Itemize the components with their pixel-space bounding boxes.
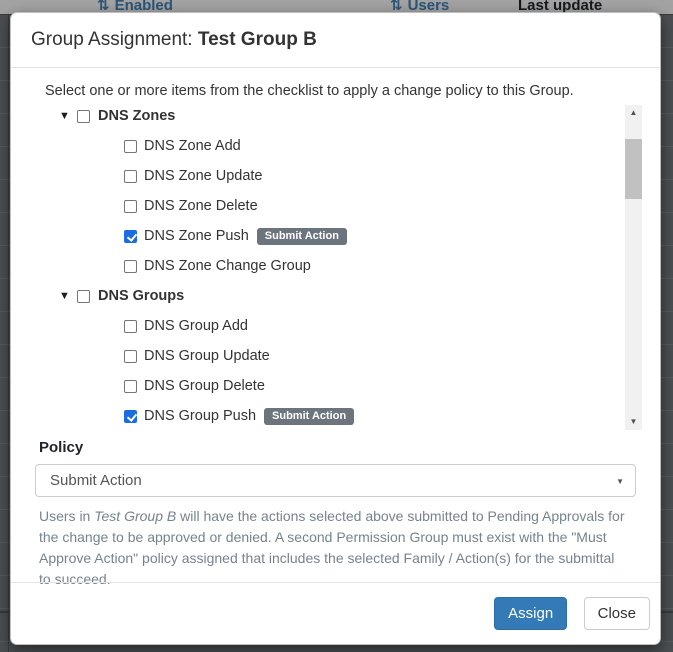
scrollbar-thumb[interactable] xyxy=(625,139,642,199)
modal-body: Select one or more items from the checkl… xyxy=(11,68,660,590)
checklist-family: ▼ DNS Groups DNS Group Add DNS Group Update… xyxy=(59,289,616,423)
checklist-item-row: DNS Group Update xyxy=(59,349,616,363)
family-label[interactable]: DNS Groups xyxy=(98,289,184,303)
item-label[interactable]: DNS Zone Push xyxy=(144,229,249,243)
policy-select[interactable]: Submit Action ▼ xyxy=(35,464,636,497)
item-checkbox[interactable] xyxy=(124,320,137,333)
policy-help-text: Users in Test Group B will have the acti… xyxy=(39,506,626,590)
screen: ⇅Enabled ⇅Users Last update Group Assign… xyxy=(0,0,673,652)
policy-select-value: Submit Action xyxy=(50,472,142,489)
modal-title-prefix: Group Assignment: xyxy=(31,29,193,50)
close-button[interactable]: Close xyxy=(584,597,650,630)
help-pre: Users in xyxy=(39,508,94,524)
collapse-arrow-icon[interactable]: ▼ xyxy=(59,289,73,303)
dimmed-table-border xyxy=(8,14,9,652)
policy-label: Policy xyxy=(39,439,646,456)
item-label[interactable]: DNS Group Delete xyxy=(144,379,265,393)
item-label[interactable]: DNS Group Update xyxy=(144,349,270,363)
item-checkbox[interactable] xyxy=(124,260,137,273)
modal-title-group-name: Test Group B xyxy=(198,29,317,50)
item-label[interactable]: DNS Zone Update xyxy=(144,169,262,183)
item-label[interactable]: DNS Group Push xyxy=(144,409,256,423)
intro-text: Select one or more items from the checkl… xyxy=(45,83,646,99)
family-header-row: ▼ DNS Zones xyxy=(59,109,616,123)
submit-action-badge: Submit Action xyxy=(264,408,354,425)
help-group-name: Test Group B xyxy=(94,508,176,524)
assign-button[interactable]: Assign xyxy=(494,597,567,630)
checklist-item-row: DNS Zone Update xyxy=(59,169,616,183)
item-checkbox[interactable] xyxy=(124,170,137,183)
item-checkbox[interactable] xyxy=(124,350,137,363)
item-label[interactable]: DNS Group Add xyxy=(144,319,248,333)
family-checkbox[interactable] xyxy=(77,110,90,123)
item-checkbox[interactable] xyxy=(124,200,137,213)
item-label[interactable]: DNS Zone Delete xyxy=(144,199,258,213)
collapse-arrow-icon[interactable]: ▼ xyxy=(59,109,73,123)
item-label[interactable]: DNS Zone Add xyxy=(144,139,241,153)
checklist-family: ▼ DNS Zones DNS Zone Add DNS Zone Update DNS… xyxy=(59,109,616,273)
checklist-item-row: DNS Zone Change Group xyxy=(59,259,616,273)
submit-action-badge: Submit Action xyxy=(257,228,347,245)
item-checkbox[interactable] xyxy=(124,230,137,243)
family-checkbox[interactable] xyxy=(77,290,90,303)
modal-header: Group Assignment: Test Group B xyxy=(11,13,660,68)
family-label[interactable]: DNS Zones xyxy=(98,109,175,123)
checklist-item-row: DNS Group Add xyxy=(59,319,616,333)
checklist-item-row: DNS Zone Push Submit Action xyxy=(59,229,616,243)
caret-down-icon: ▼ xyxy=(616,477,624,486)
scroll-down-icon[interactable]: ▼ xyxy=(625,414,642,430)
modal-title: Group Assignment: Test Group B xyxy=(31,29,317,51)
scroll-up-icon[interactable]: ▲ xyxy=(625,105,642,121)
item-label[interactable]: DNS Zone Change Group xyxy=(144,259,311,273)
checklist: ▼ DNS Zones DNS Zone Add DNS Zone Update DNS… xyxy=(35,103,646,430)
item-checkbox[interactable] xyxy=(124,410,137,423)
group-assignment-modal: Group Assignment: Test Group B Select on… xyxy=(10,12,661,645)
checklist-item-row: DNS Group Push Submit Action xyxy=(59,409,616,423)
family-header-row: ▼ DNS Groups xyxy=(59,289,616,303)
checklist-item-row: DNS Zone Add xyxy=(59,139,616,153)
checklist-item-row: DNS Group Delete xyxy=(59,379,616,393)
item-checkbox[interactable] xyxy=(124,140,137,153)
modal-footer: Assign Close xyxy=(11,582,660,644)
scrollbar[interactable]: ▲ ▼ xyxy=(625,105,642,430)
checklist-item-row: DNS Zone Delete xyxy=(59,199,616,213)
item-checkbox[interactable] xyxy=(124,380,137,393)
